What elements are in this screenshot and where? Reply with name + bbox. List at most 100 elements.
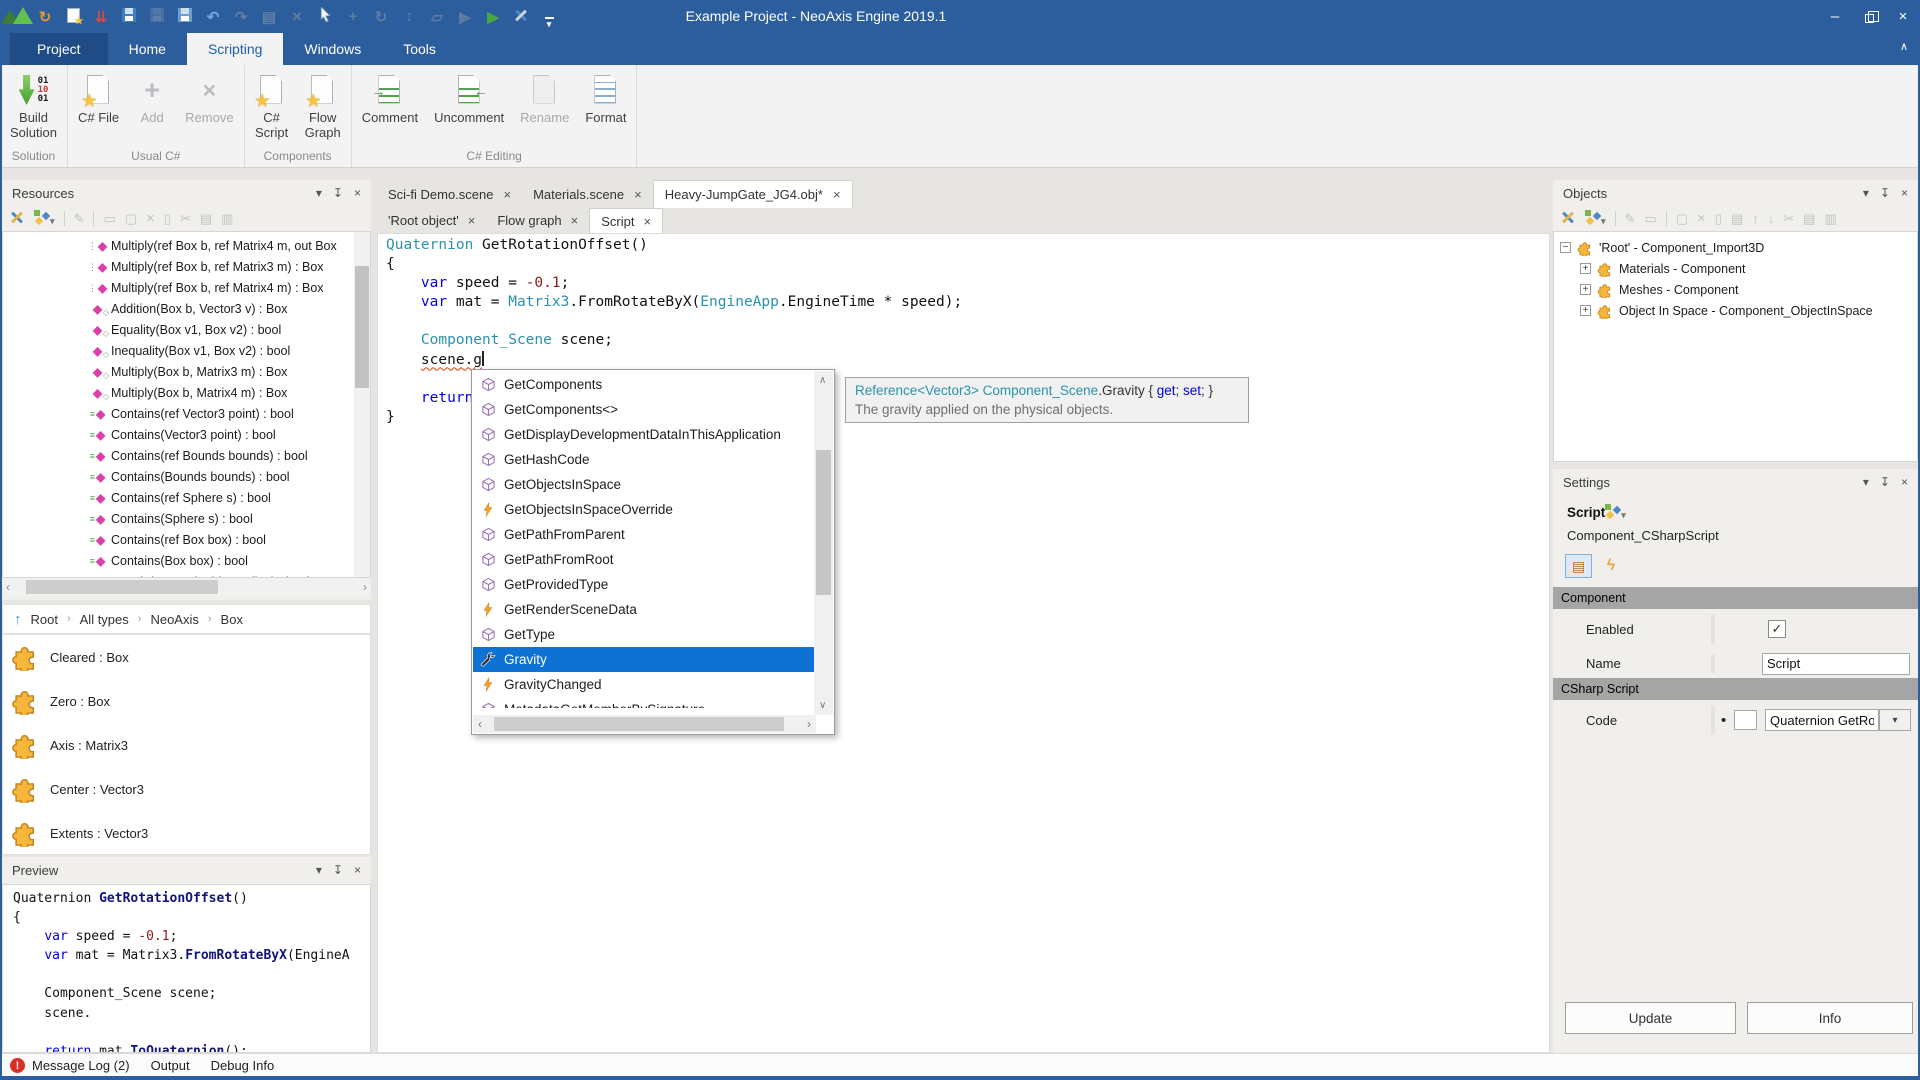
toolbar-button-tools-colored[interactable] (9, 209, 25, 228)
code-preview-box[interactable] (1734, 710, 1757, 730)
toolbar-button-play-outline[interactable]: ▶ (456, 7, 474, 27)
horizontal-scrollbar[interactable]: ‹ › (2, 578, 371, 596)
close-tab-icon[interactable]: × (468, 213, 476, 228)
menu-tab-tools[interactable]: Tools (382, 33, 457, 65)
intellisense-item-getpathfromroot[interactable]: GetPathFromRoot (473, 547, 814, 572)
member-item-extents-vector3[interactable]: Extents : Vector3 (3, 811, 370, 855)
ribbon-button-flow-graph[interactable]: ★ Flow Graph (297, 66, 349, 140)
document-tab-materials-scene[interactable]: Materials.scene × (522, 180, 653, 208)
toolbar-button-import[interactable]: ⇊ (92, 7, 110, 27)
tree-item-contains-ref-vector3-point-bool[interactable]: ≡◆ Contains(ref Vector3 point) : bool (3, 403, 370, 424)
intellisense-item-gravitychanged[interactable]: GravityChanged (473, 672, 814, 697)
toolbar-button-new-resource[interactable]: ★ (64, 7, 82, 27)
toolbar-button-cut-d[interactable]: ✂ (180, 211, 191, 227)
ribbon-button-build-solution[interactable]: 011001 Build Solution (2, 66, 65, 140)
member-item-zero-box[interactable]: Zero : Box (3, 679, 370, 723)
close-tab-icon[interactable]: × (833, 187, 841, 202)
menu-tab-windows[interactable]: Windows (283, 33, 382, 65)
toolbar-button-save-all[interactable] (148, 7, 166, 27)
close-icon[interactable]: × (354, 863, 361, 877)
tree-item-equals-box-v-double-epsilon-bool[interactable]: ≡◆ Equals(Box v, double epsilon) : bool (3, 571, 370, 578)
expander-icon[interactable]: − (1560, 242, 1571, 253)
tree-item-equality-box-v1-box-v2-bool[interactable]: ◆◇ Equality(Box v1, Box v2) : bool (3, 319, 370, 340)
tree-item-multiply-box-b-matrix3-m-box[interactable]: ◆◇ Multiply(Box b, Matrix3 m) : Box (3, 361, 370, 382)
close-icon[interactable]: × (1901, 186, 1908, 200)
name-field[interactable] (1762, 653, 1910, 675)
status-item-message-log-2[interactable]: ! Message Log (2) (10, 1057, 130, 1074)
close-button[interactable]: × (1886, 0, 1920, 33)
toolbar-button-delete[interactable]: × (288, 7, 306, 27)
toolbar-button-move-tool[interactable]: + (344, 7, 362, 27)
intellisense-item-getpathfromparent[interactable]: GetPathFromParent (473, 522, 814, 547)
tree-item-contains-sphere-s-bool[interactable]: ≡◆ Contains(Sphere s) : bool (3, 508, 370, 529)
status-item-debug-info[interactable]: Debug Info (211, 1058, 275, 1073)
toolbar-button-app-logo[interactable] (8, 7, 26, 27)
toolbar-button-del-d[interactable]: × (1697, 210, 1706, 227)
toolbar-button-new-d[interactable]: ▢ (125, 211, 137, 227)
tree-item-contains-bounds-bounds-bool[interactable]: ≡◆ Contains(Bounds bounds) : bool (3, 466, 370, 487)
tree-item-contains-ref-box-box-bool[interactable]: ≡◆ Contains(ref Box box) : bool (3, 529, 370, 550)
objects-tree[interactable]: − 'Root' - Component_Import3D + Material… (1553, 231, 1918, 462)
toolbar-button-types-colored[interactable]: ▾ (34, 210, 55, 227)
pin-icon[interactable]: ↧ (1880, 475, 1890, 489)
enabled-checkbox[interactable]: ✓ (1768, 620, 1786, 638)
panel-menu-icon[interactable]: ▾ (1863, 186, 1869, 200)
up-level-icon[interactable]: ↑ (14, 611, 22, 628)
tab-events[interactable]: ϟ (1599, 554, 1623, 578)
intellisense-item-getprovidedtype[interactable]: GetProvidedType (473, 572, 814, 597)
toolbar-button-copy-d[interactable]: ▤ (200, 211, 212, 227)
pin-icon[interactable]: ↧ (1880, 186, 1890, 200)
document-tab-heavy-jumpgate-jg4-obj[interactable]: Heavy-JumpGate_JG4.obj* × (653, 180, 853, 208)
toolbar-button-transform-tool[interactable]: ▱ (428, 7, 446, 27)
expander-icon[interactable]: + (1580, 305, 1591, 316)
scroll-right-icon[interactable]: › (807, 717, 811, 731)
scrollbar-thumb[interactable] (816, 450, 831, 595)
collapse-ribbon-icon[interactable]: ∧ (1900, 40, 1908, 53)
intellisense-item-gettype[interactable]: GetType (473, 622, 814, 647)
tab-properties[interactable]: ▤ (1565, 554, 1592, 578)
toolbar-button-paste-d[interactable]: ▥ (221, 211, 233, 227)
resources-tree[interactable]: ⋮◆ Multiply(ref Box b, ref Matrix4 m, ou… (2, 231, 371, 578)
ribbon-button-c-script[interactable]: ★ C# Script (247, 66, 297, 140)
pin-icon[interactable]: ↧ (333, 186, 343, 200)
toolbar-button-copy-d[interactable]: ▤ (1731, 211, 1743, 227)
toolbar-button-folder-d[interactable]: ▭ (103, 211, 115, 227)
ribbon-button-rename[interactable]: Rename (512, 66, 577, 125)
minimize-button[interactable]: – (1818, 0, 1852, 33)
toolbar-button-edit-d[interactable]: ✎ (74, 211, 85, 227)
tree-item-multiply-box-b-matrix4-m-box[interactable]: ◆◇ Multiply(Box b, Matrix4 m) : Box (3, 382, 370, 403)
close-tab-icon[interactable]: × (503, 187, 511, 202)
toolbar-button-refresh[interactable]: ↻ (36, 7, 54, 27)
tree-item-contains-ref-sphere-s-bool[interactable]: ≡◆ Contains(ref Sphere s) : bool (3, 487, 370, 508)
close-tab-icon[interactable]: × (634, 187, 642, 202)
scroll-right-icon[interactable]: › (363, 580, 367, 594)
toolbar-button-del-d[interactable]: × (146, 210, 155, 227)
toolbar-button-up-d[interactable]: ↑ (1752, 211, 1759, 226)
horizontal-scrollbar[interactable]: ‹ › (473, 715, 816, 733)
tree-item-addition-box-b-vector3-v-box[interactable]: ◆◇ Addition(Box b, Vector3 v) : Box (3, 298, 370, 319)
toolbar-button-tools[interactable] (512, 7, 530, 27)
tree-item-inequality-box-v1-box-v2-bool[interactable]: ◆◇ Inequality(Box v1, Box v2) : bool (3, 340, 370, 361)
ribbon-button-c-file[interactable]: ★ C# File (70, 66, 127, 125)
scroll-down-icon[interactable]: ∨ (819, 700, 826, 711)
toolbar-button-select-tool[interactable] (316, 7, 334, 27)
breadcrumb-item-all-types[interactable]: All types › (80, 612, 142, 627)
scrollbar-thumb[interactable] (355, 266, 369, 388)
toolbar-button-redo[interactable]: ↷ (232, 7, 250, 27)
editor-tab-flow-graph[interactable]: Flow graph × (486, 208, 589, 233)
expander-icon[interactable]: + (1580, 284, 1591, 295)
tree-item-contains-ref-bounds-bounds-bool[interactable]: ≡◆ Contains(ref Bounds bounds) : bool (3, 445, 370, 466)
intellisense-item-getdisplaydevelopmentdatainthisapplication[interactable]: GetDisplayDevelopmentDataInThisApplicati… (473, 422, 814, 447)
toolbar-button-rotate-tool[interactable]: ↻ (372, 7, 390, 27)
tree-item-object-in-space-component-objectinspace[interactable]: + Object In Space - Component_ObjectInSp… (1554, 300, 1917, 321)
member-item-cleared-box[interactable]: Cleared : Box (3, 635, 370, 679)
intellisense-item-getobjectsinspaceoverride[interactable]: GetObjectsInSpaceOverride (473, 497, 814, 522)
scrollbar-thumb[interactable] (494, 717, 784, 731)
toolbar-button-undo[interactable]: ↶ (204, 7, 222, 27)
toolbar-button-new-d[interactable]: ▢ (1676, 211, 1688, 227)
panel-menu-icon[interactable]: ▾ (316, 863, 322, 877)
ribbon-button-add[interactable]: + Add (127, 66, 177, 125)
ribbon-button-uncomment[interactable]: ← Uncomment (426, 66, 512, 125)
toolbar-button-paste[interactable]: ▤ (260, 7, 278, 27)
intellisense-item-getcomponents[interactable]: GetComponents (473, 372, 814, 397)
